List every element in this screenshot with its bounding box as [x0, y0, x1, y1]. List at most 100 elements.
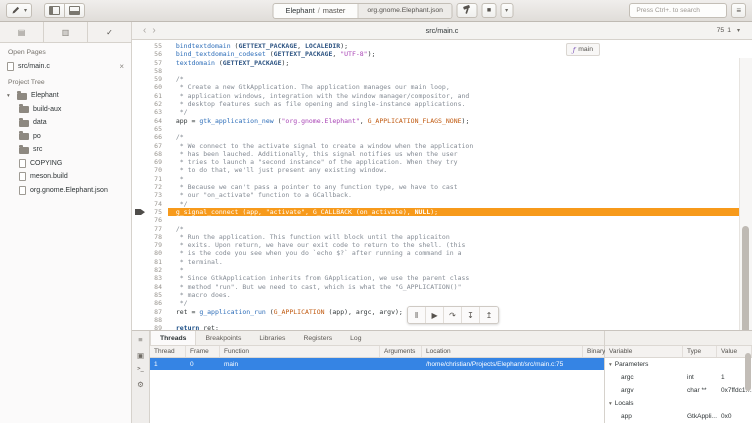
variable-group-row[interactable]: ▾Parameters [605, 358, 752, 371]
sidebar-tab-pages[interactable]: ▤ [0, 22, 44, 42]
gutter-line[interactable]: 89 [132, 324, 168, 330]
continue-button[interactable]: ▶ [426, 307, 444, 323]
chevron-down-icon[interactable]: ▾ [609, 401, 612, 407]
stop-button[interactable]: ■ [482, 3, 496, 18]
gutter-line[interactable]: 64 [132, 117, 168, 125]
variables-scrollbar[interactable] [745, 347, 751, 421]
sidebar-tab-targets[interactable]: ▥ [44, 22, 88, 42]
toggle-left-panel-button[interactable] [44, 3, 65, 18]
tree-item-meson-build[interactable]: meson.build [0, 170, 131, 184]
gutter-line[interactable]: 77 [132, 225, 168, 233]
step-out-button[interactable]: ↥ [480, 307, 498, 323]
gutter-line[interactable]: 68 [132, 150, 168, 158]
cursor-position-button[interactable]: 75 1 ▾ [717, 27, 744, 34]
debugger-panel-icon[interactable]: ≡ [138, 336, 142, 344]
thread-row[interactable]: 10main/home/christian/Projects/Elephant/… [150, 358, 604, 370]
panel-tab-threads[interactable]: Threads [150, 331, 196, 345]
panel-tab-log[interactable]: Log [341, 331, 370, 345]
sidebar-tab-checks[interactable]: ✓ [88, 22, 131, 42]
gutter-line[interactable]: 74 [132, 200, 168, 208]
build-button[interactable] [457, 3, 478, 18]
gutter-line[interactable]: 82 [132, 266, 168, 274]
gutter-line[interactable]: 87 [132, 308, 168, 316]
gutter-line[interactable]: 69 [132, 158, 168, 166]
gutter-line[interactable]: 65 [132, 125, 168, 133]
gutter-line[interactable]: 57 [132, 59, 168, 67]
toggle-bottom-panel-button[interactable] [65, 3, 85, 18]
gutter-line[interactable]: 85 [132, 291, 168, 299]
source-view[interactable]: 5556575859606162636465666768697071727374… [132, 40, 752, 330]
gutter-line[interactable]: 79 [132, 241, 168, 249]
thread-cell: 0 [186, 358, 220, 370]
code-line: app = gtk_application_new ("org.gnome.El… [168, 117, 752, 125]
tree-item-org-gnome-elephant-json[interactable]: org.gnome.Elephant.json [0, 184, 131, 198]
gutter-line[interactable]: 67 [132, 142, 168, 150]
gutter-line[interactable]: 62 [132, 100, 168, 108]
column-header: Arguments [380, 346, 422, 357]
terminal-panel-icon[interactable]: >_ [137, 367, 144, 373]
gutter-line[interactable]: 70 [132, 166, 168, 174]
project-branch-button[interactable]: Elephant / master [274, 4, 358, 18]
gutter-line[interactable]: 66 [132, 133, 168, 141]
menu-button[interactable]: ≡ [731, 3, 746, 18]
panel-tab-libraries[interactable]: Libraries [250, 331, 294, 345]
variable-row[interactable]: argvchar **0x7ffdc1… [605, 384, 752, 397]
step-over-button[interactable]: ↷ [444, 307, 462, 323]
gutter-line[interactable]: 73 [132, 191, 168, 199]
tree-item-po[interactable]: po [0, 130, 131, 144]
open-page-item[interactable]: src/main.c × [0, 59, 131, 73]
gutter-line[interactable]: 83 [132, 274, 168, 282]
build-output-panel-icon[interactable]: ▣ [137, 352, 144, 360]
code-line: * has been lauched. Additionally, this s… [168, 150, 752, 158]
gutter-line[interactable]: 84 [132, 283, 168, 291]
gutter-line[interactable]: 59 [132, 75, 168, 83]
gutter-line[interactable]: 61 [132, 92, 168, 100]
gutter-line[interactable]: 78 [132, 233, 168, 241]
gutter-line[interactable]: 86 [132, 299, 168, 307]
gutter[interactable]: 5556575859606162636465666768697071727374… [132, 40, 168, 330]
tree-item-src[interactable]: src [0, 143, 131, 157]
tree-item-build-aux[interactable]: build-aux [0, 103, 131, 117]
run-options-button[interactable]: ▾ [500, 3, 513, 18]
pause-button[interactable]: ‖ [408, 307, 426, 323]
editor-scrollbar[interactable] [739, 58, 752, 330]
tree-item-elephant[interactable]: ▾Elephant [0, 89, 131, 103]
gutter-line[interactable]: 75 [132, 208, 168, 216]
settings-panel-icon[interactable]: ⚙ [137, 381, 144, 389]
variable-row[interactable]: argcint1 [605, 371, 752, 384]
gutter-line[interactable]: 80 [132, 249, 168, 257]
global-search-input[interactable] [629, 3, 727, 18]
panel-tab-breakpoints[interactable]: Breakpoints [196, 331, 250, 345]
scrollbar-thumb[interactable] [745, 353, 751, 391]
breakpoint-marker[interactable] [135, 209, 145, 215]
variable-group-row[interactable]: ▾Locals [605, 397, 752, 410]
gutter-line[interactable]: 63 [132, 108, 168, 116]
code-line: * macro does. [168, 291, 752, 299]
build-config-button[interactable]: org.gnome.Elephant.json [357, 4, 452, 18]
threads-header: ThreadFrameFunctionArgumentsLocationBina… [150, 346, 604, 358]
gutter-line[interactable]: 58 [132, 67, 168, 75]
scrollbar-thumb[interactable] [742, 226, 749, 330]
omnibar[interactable]: Elephant / master org.gnome.Elephant.jso… [273, 3, 453, 19]
close-icon[interactable]: × [119, 62, 124, 71]
tree-item-label: data [33, 119, 47, 126]
code-line [168, 67, 752, 75]
gutter-line[interactable]: 72 [132, 183, 168, 191]
gutter-line[interactable]: 76 [132, 216, 168, 224]
gutter-line[interactable]: 88 [132, 316, 168, 324]
tree-item-data[interactable]: data [0, 116, 131, 130]
gutter-line[interactable]: 60 [132, 83, 168, 91]
gutter-line[interactable]: 81 [132, 258, 168, 266]
open-page-label: src/main.c [18, 63, 115, 70]
perspective-button[interactable]: ▾ [6, 3, 32, 18]
step-in-button[interactable]: ↧ [462, 307, 480, 323]
symbol-breadcrumb[interactable]: ƒ main [566, 43, 600, 56]
variable-row[interactable]: appGtkAppli…0x0 [605, 410, 752, 423]
gutter-line[interactable]: 71 [132, 175, 168, 183]
panel-tab-registers[interactable]: Registers [294, 331, 341, 345]
gutter-line[interactable]: 55 [132, 42, 168, 50]
gutter-line[interactable]: 56 [132, 50, 168, 58]
tree-item-copying[interactable]: COPYING [0, 157, 131, 171]
chevron-down-icon[interactable]: ▾ [609, 362, 612, 368]
chevron-down-icon[interactable]: ▾ [7, 93, 13, 99]
